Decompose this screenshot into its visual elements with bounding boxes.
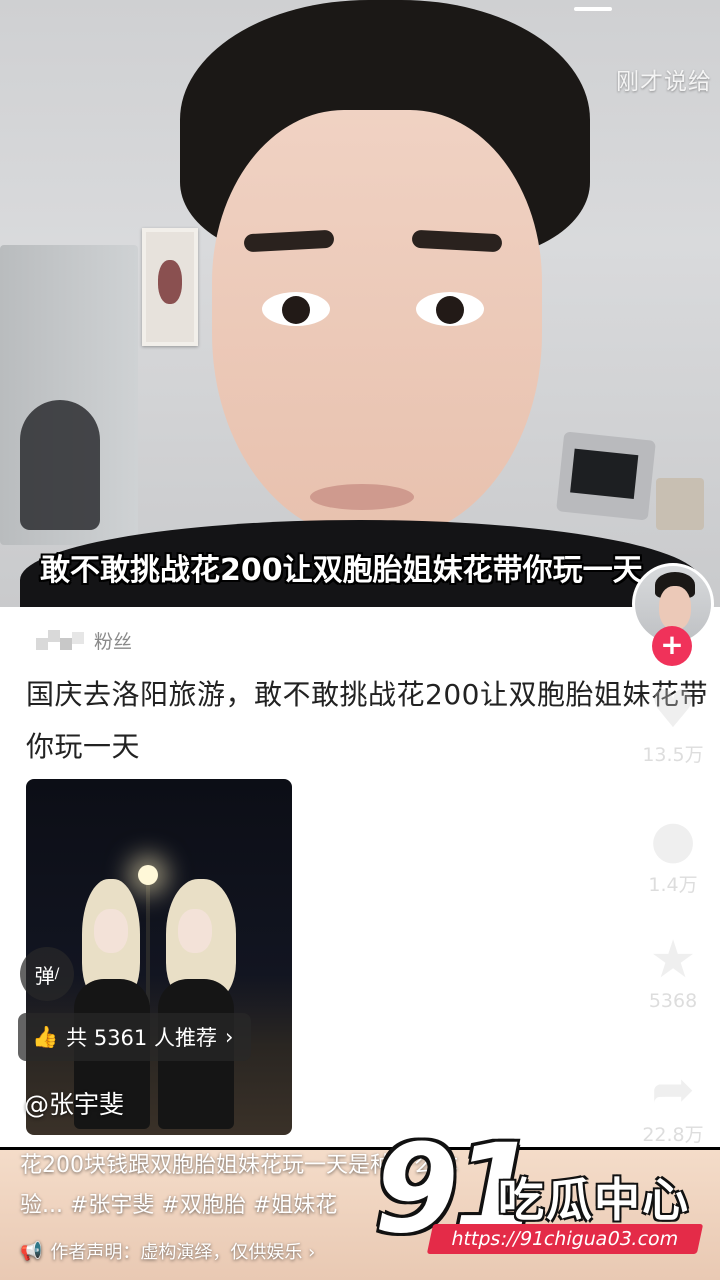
recommend-label: 共 5361 人推荐: [66, 1026, 217, 1050]
chevron-right-icon: ›: [224, 1025, 234, 1049]
video-frame: [0, 0, 720, 640]
share-button[interactable]: ➦ 22.8万: [638, 1060, 708, 1147]
star-icon: ★: [649, 930, 697, 990]
comment-user[interactable]: 粉丝: [36, 627, 132, 654]
follow-button[interactable]: +: [652, 626, 692, 666]
comment-card[interactable]: 粉丝 国庆去洛阳旅游，敢不敢挑战花200让双胞胎姐妹花带你玩一天: [0, 607, 720, 1147]
like-count: 13.5万: [642, 744, 704, 766]
share-icon: ➦: [651, 1060, 695, 1120]
watermark-name: 吃瓜中心: [498, 1173, 690, 1227]
person-figure: [66, 879, 156, 1129]
person-eye: [416, 292, 484, 326]
favorite-count: 5368: [648, 990, 698, 1012]
thumbs-up-icon: 👍: [32, 1024, 59, 1049]
person-lips: [310, 484, 414, 510]
wall-switch: [656, 478, 704, 530]
fans-label: 粉丝: [94, 631, 133, 653]
heart-icon: ♥: [649, 680, 697, 740]
drag-handle: [574, 7, 612, 11]
danmaku-label: 弹: [34, 963, 55, 988]
megaphone-icon: 📢: [20, 1240, 43, 1262]
person-eye: [262, 292, 330, 326]
top-hint: 刚才说给: [616, 69, 712, 95]
watermark-url: https://91chigua03.com: [426, 1224, 704, 1254]
comment-text: 国庆去洛阳旅游，敢不敢挑战花200让双胞胎姐妹花带你玩一天: [26, 678, 708, 763]
wall-picture: [142, 228, 198, 346]
thumbnail-at-user: @张宇斐: [24, 1090, 125, 1119]
wall-screen: [556, 431, 656, 521]
fan: [20, 400, 100, 530]
comment-count: 1.4万: [648, 874, 698, 896]
blurred-avatar: [36, 629, 88, 652]
favorite-button[interactable]: ★ 5368: [638, 930, 708, 1012]
like-button[interactable]: ♥ 13.5万: [638, 680, 708, 767]
comment-icon: ●: [650, 810, 696, 870]
recommend-pill[interactable]: 👍 共 5361 人推荐 ›: [18, 1013, 252, 1061]
share-count: 22.8万: [642, 1124, 704, 1146]
comment-button[interactable]: ● 1.4万: [638, 810, 708, 897]
video-subtitle: 敢不敢挑战花200让双胞胎姐妹花带你玩一天: [40, 553, 643, 588]
danmaku-button[interactable]: 弹 /: [20, 947, 74, 1001]
author-disclaimer[interactable]: 📢 作者声明：虚构演绎，仅供娱乐 ›: [20, 1238, 315, 1264]
person-figure: [150, 879, 240, 1129]
person-face: [212, 110, 542, 540]
disclaimer-text: 作者声明：虚构演绎，仅供娱乐 ›: [50, 1242, 316, 1263]
